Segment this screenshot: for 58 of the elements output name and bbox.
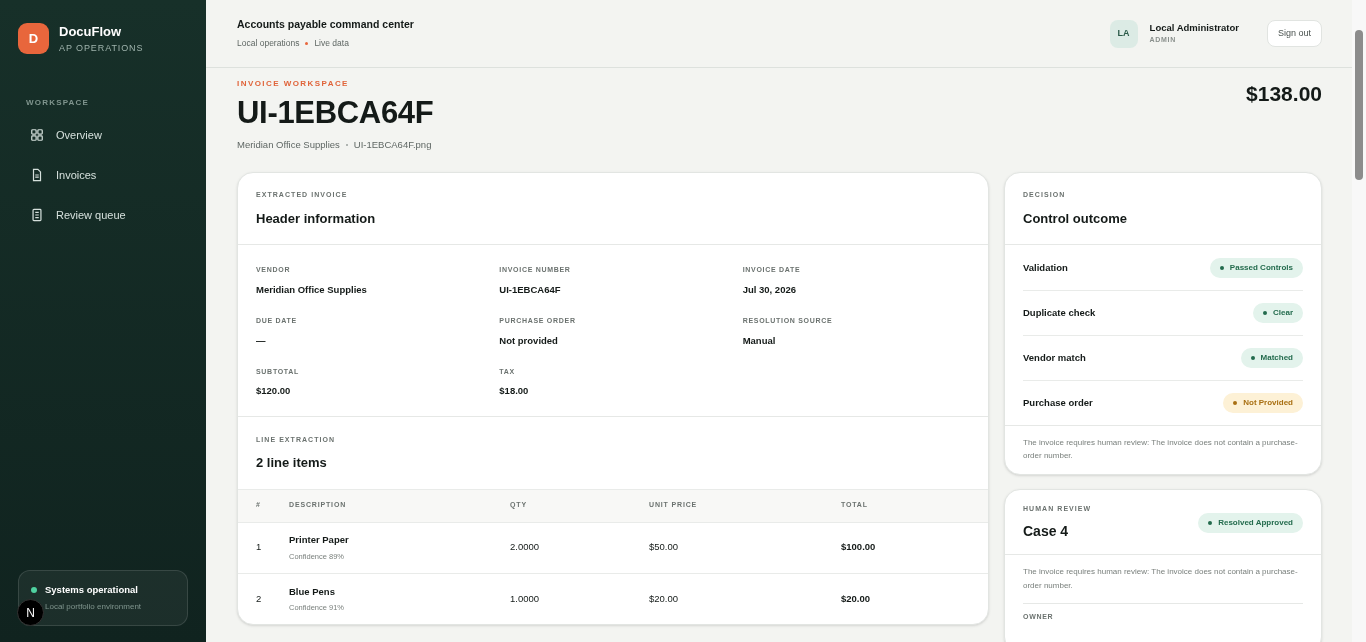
sidebar-nav-item[interactable]: Review queue [18,197,188,233]
status-title: Systems operational [45,582,138,597]
scrollbar[interactable] [1352,0,1366,642]
brand-name: DocuFlow [59,23,123,41]
card-title: Case 4 [1023,521,1070,541]
top-bar-meta: Local operations [237,37,300,50]
document-icon [30,168,44,182]
table-cell: $20.00 [841,573,988,624]
invoice-amount: $138.00 [1246,81,1322,107]
line-description: Printer Paper [289,533,350,548]
table-cell: $20.00 [649,573,841,624]
status-badge: Clear [1253,303,1303,324]
table-cell: $100.00 [841,522,988,573]
status-badge: Resolved Approved [1198,513,1303,533]
invoice-subtitle: Meridian Office Supplies [237,138,340,152]
field-value: $18.00 [499,384,530,399]
brand-subtitle: AP OPERATIONS [59,41,144,55]
top-bar-title: Accounts payable command center [237,17,414,33]
sidebar-nav-item[interactable]: Invoices [18,157,188,193]
list-document-icon [30,208,44,222]
review-note: The invoice requires human review: The invoice does not contain a purchase-order number. [1023,554,1303,604]
card-title: Header information [256,209,377,228]
page-eyebrow: INVOICE WORKSPACE [237,78,350,90]
check-label: Validation [1023,260,1068,275]
table-cell: 2.0000 [510,522,649,573]
brand-logo: D [18,23,49,54]
status-subtitle: Local portfolio environment [45,601,143,613]
field-value: — [256,333,267,348]
table-cell: 2 [238,573,289,624]
field-value: Not provided [499,333,559,348]
invoice-subtitle: UI-1EBCA64F.png [353,138,432,152]
table-cell: $50.00 [649,522,841,573]
check-label: Purchase order [1023,396,1093,411]
top-bar-meta: Live data [314,37,349,50]
sign-out-button[interactable]: Sign out [1266,19,1322,48]
field-value: $120.00 [256,384,292,399]
field-value: Jul 30, 2026 [742,282,797,297]
user-avatar: LA [1109,19,1138,48]
table-cell: 1.0000 [510,573,649,624]
status-badge: Not Provided [1223,393,1303,414]
sidebar-section-label: WORKSPACE [26,97,91,109]
card-title: 2 line items [256,454,328,472]
status-badge: Matched [1240,348,1303,369]
check-label: Duplicate check [1023,306,1096,321]
dev-tools-badge[interactable]: N [17,599,44,626]
sidebar-nav-item[interactable]: Overview [18,117,188,153]
decision-note: The invoice requires human review: The invoice does not contain a purchase-order number. [1005,425,1321,475]
status-badge: Passed Controls [1209,257,1303,278]
card-title: Control outcome [1023,209,1128,228]
table-cell: 1 [238,522,289,573]
field-value: UI-1EBCA64F [499,282,562,297]
field-value: Manual [742,333,777,348]
check-label: Vendor match [1023,351,1086,366]
user-name: Local Administrator [1149,21,1239,36]
invoice-title: UI-1EBCA64F [237,94,434,132]
field-value: Meridian Office Supplies [256,282,368,297]
line-description: Blue Pens [289,584,336,599]
grid-icon [30,128,44,142]
